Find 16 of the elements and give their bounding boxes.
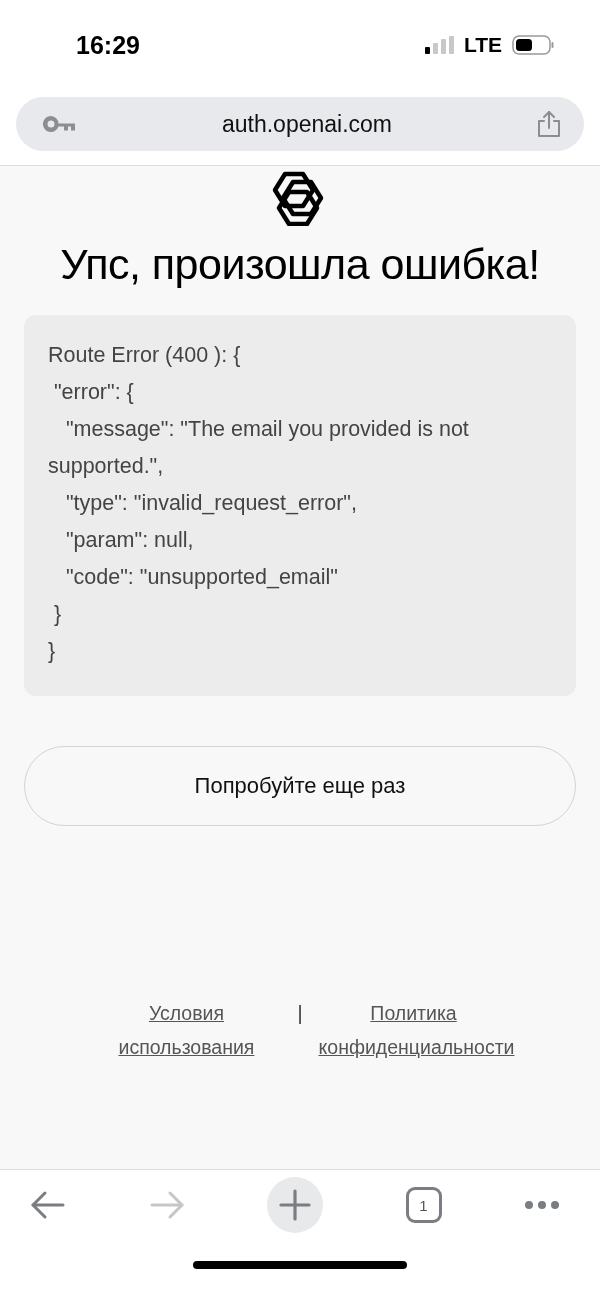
share-icon[interactable] — [536, 110, 562, 138]
signal-icon — [423, 36, 454, 54]
network-label: LTE — [463, 33, 502, 57]
battery-icon — [512, 35, 554, 55]
error-details-text: Route Error (400 ): { "error": { "message": "The email you provided is not supported.", "type": "invalid_request_error", "param": null, "code": "unsupported_email" } } — [48, 342, 470, 665]
retry-button[interactable]: Попробуйте еще раз — [24, 746, 576, 826]
footer-link[interactable]: Условия использования — [91, 996, 282, 1064]
status-time: 16:29 — [76, 30, 140, 60]
error-heading: Упс, произошла ошибка! — [60, 240, 540, 289]
tab-count-button[interactable]: 1 — [405, 1187, 442, 1223]
back-icon[interactable] — [30, 1190, 66, 1220]
address-bar[interactable]: auth.openai.com — [16, 97, 584, 151]
key-icon[interactable] — [42, 115, 78, 133]
separator: | — [297, 1002, 303, 1024]
more-icon[interactable] — [524, 1200, 560, 1210]
new-tab-button[interactable] — [267, 1177, 323, 1233]
